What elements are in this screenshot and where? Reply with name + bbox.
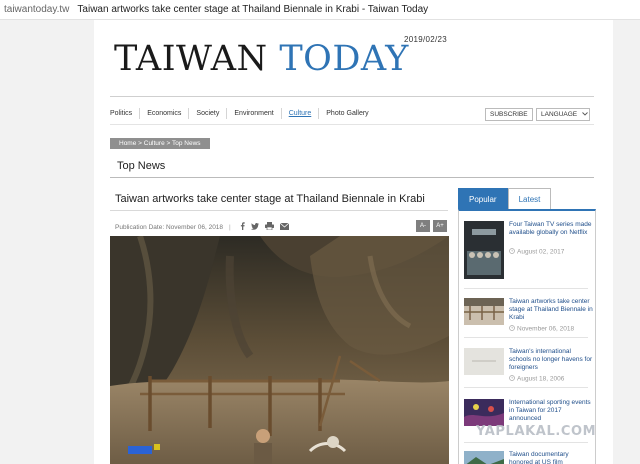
mail-icon[interactable] xyxy=(279,222,290,232)
meta-separator: | xyxy=(229,223,231,231)
print-icon[interactable] xyxy=(264,222,274,232)
thumbnail xyxy=(464,298,504,330)
list-divider xyxy=(464,442,588,443)
article-photo xyxy=(110,236,449,464)
nav-item-economics[interactable]: Economics xyxy=(139,108,188,119)
sidebar-tabs: Popular Latest xyxy=(458,188,552,211)
nav-item-society[interactable]: Society xyxy=(188,108,226,119)
list-item-date: August 02, 2017 xyxy=(509,248,564,256)
clock-icon xyxy=(509,375,515,383)
watermark: YAPLAKAL.COM xyxy=(476,424,597,439)
tab-latest[interactable]: Latest xyxy=(507,188,552,210)
header-divider xyxy=(110,96,594,97)
language-label: LANGUAGE xyxy=(541,111,578,119)
language-dropdown[interactable]: LANGUAGE xyxy=(536,108,590,122)
thumbnail xyxy=(464,451,504,464)
list-item-title[interactable]: Taiwan documentary honored at US film xyxy=(509,451,593,464)
breadcrumb[interactable]: Home > Culture > Top News xyxy=(110,138,210,149)
header-date: 2019/02/23 xyxy=(403,35,447,44)
clock-icon xyxy=(509,325,515,333)
font-size-increase-button[interactable]: A+ xyxy=(433,220,447,232)
article-title: Taiwan artworks take center stage at Tha… xyxy=(115,193,425,205)
nav-item-photo-gallery[interactable]: Photo Gallery xyxy=(318,108,375,119)
browser-title-bar: taiwantoday.tw Taiwan artworks take cente… xyxy=(0,0,640,20)
logo-word-taiwan: TAIWAN xyxy=(114,39,268,79)
list-item-title[interactable]: Taiwan artworks take center stage at Tha… xyxy=(509,298,593,322)
list-divider xyxy=(464,288,588,289)
tab-popular[interactable]: Popular xyxy=(458,188,508,211)
main-nav: Politics Economics Society Environment C… xyxy=(110,108,376,119)
section-divider xyxy=(110,177,594,178)
font-size-decrease-button[interactable]: A- xyxy=(416,220,430,232)
nav-divider xyxy=(110,124,594,125)
list-item-title[interactable]: Taiwan's international schools no longer… xyxy=(509,348,593,372)
article-meta: Publication Date: November 06, 2018 | xyxy=(115,222,292,232)
page: 2019/02/23 TAIWAN TODAY Politics Economi… xyxy=(94,20,613,464)
nav-item-environment[interactable]: Environment xyxy=(226,108,280,119)
browser-page-title: Taiwan artworks take center stage at Tha… xyxy=(77,4,429,15)
facebook-icon[interactable] xyxy=(240,222,245,232)
list-item-date: August 18, 2006 xyxy=(509,375,564,383)
thumbnail xyxy=(464,221,504,284)
list-divider xyxy=(464,337,588,338)
thumbnail xyxy=(464,348,504,380)
nav-item-politics[interactable]: Politics xyxy=(110,108,139,119)
section-title: Top News xyxy=(117,160,166,172)
list-item-title[interactable]: Four Taiwan TV series made available glo… xyxy=(509,221,593,237)
browser-domain: taiwantoday.tw xyxy=(4,4,70,15)
publication-date: Publication Date: November 06, 2018 xyxy=(115,223,224,231)
site-logo[interactable]: TAIWAN TODAY xyxy=(114,42,409,77)
list-divider xyxy=(464,387,588,388)
subscribe-button[interactable]: SUBSCRIBE xyxy=(485,108,533,121)
logo-word-today: TODAY xyxy=(279,39,409,79)
list-item-title[interactable]: International sporting events in Taiwan … xyxy=(509,399,593,423)
nav-item-culture[interactable]: Culture xyxy=(280,108,319,119)
dropdown-chevron-icon xyxy=(582,111,588,118)
twitter-icon[interactable] xyxy=(250,222,259,232)
list-item-date: November 06, 2018 xyxy=(509,325,574,333)
article-title-divider xyxy=(110,210,448,211)
clock-icon xyxy=(509,248,515,256)
